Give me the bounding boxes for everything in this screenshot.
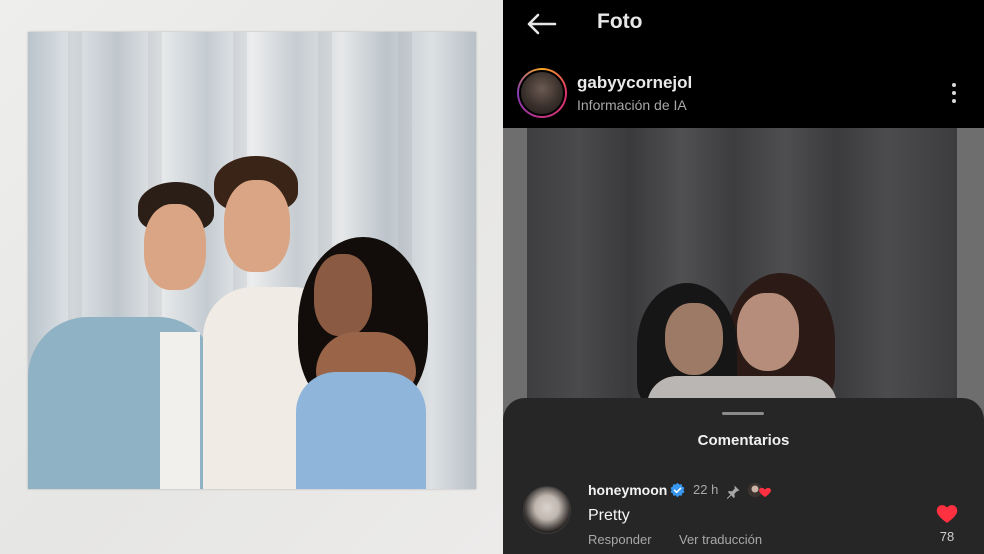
more-options-button[interactable] <box>939 78 969 108</box>
back-button[interactable] <box>521 8 561 40</box>
more-vertical-icon <box>952 83 956 87</box>
like-count: 78 <box>939 529 955 544</box>
more-vertical-icon <box>952 91 956 95</box>
instagram-screen: Foto gabyycornejol Información de IA Com… <box>503 0 984 554</box>
more-vertical-icon <box>952 99 956 103</box>
pin-icon <box>726 485 740 499</box>
post-username[interactable]: gabyycornejol <box>577 73 692 93</box>
page-title: Foto <box>597 10 643 33</box>
reply-button[interactable]: Responder <box>588 532 652 547</box>
polaroid-panel <box>0 0 503 554</box>
arrow-left-icon <box>527 13 557 35</box>
verified-badge-icon <box>670 482 685 498</box>
liked-by-author-icon <box>746 481 771 499</box>
woman-left-face <box>665 303 723 375</box>
ai-info-link[interactable]: Información de IA <box>577 97 687 113</box>
woman-face <box>314 254 372 336</box>
screenshot-root: Foto gabyycornejol Información de IA Com… <box>0 0 984 554</box>
post-image-area[interactable] <box>503 128 984 408</box>
heart-icon[interactable] <box>935 502 959 524</box>
comment-time: 22 h <box>693 482 719 497</box>
profile-avatar[interactable] <box>517 68 567 118</box>
man-left-face <box>144 204 206 290</box>
comment-avatar[interactable] <box>523 486 571 534</box>
see-translation-button[interactable]: Ver traducción <box>679 532 762 547</box>
comments-sheet: Comentarios honeymoon 22 h Pretty Respon… <box>503 398 984 554</box>
top-bar: Foto gabyycornejol Información de IA <box>503 0 984 128</box>
comments-title: Comentarios <box>697 432 790 449</box>
comment-username[interactable]: honeymoon <box>588 482 667 498</box>
post-photo <box>527 128 957 408</box>
comment-text: Pretty <box>588 507 630 524</box>
man-left-shirt <box>160 332 200 489</box>
woman-right-face <box>737 293 799 371</box>
sheet-drag-handle[interactable] <box>722 412 764 415</box>
polaroid-photo <box>28 32 476 489</box>
woman-dress <box>296 372 426 489</box>
avatar-image <box>519 70 565 116</box>
man-center-face <box>224 180 290 272</box>
